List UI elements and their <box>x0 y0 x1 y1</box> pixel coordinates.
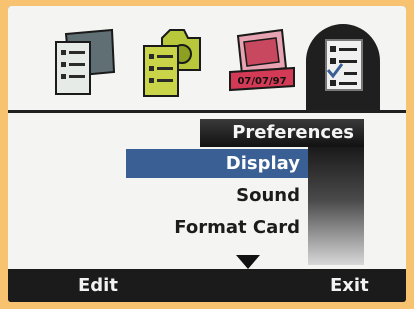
mode-tab-bar: 07/07/97 <box>8 6 406 112</box>
softkey-bar: Edit Exit <box>8 269 406 302</box>
menu-item-display[interactable]: Display <box>126 149 308 178</box>
menu-side-panel <box>308 147 364 265</box>
edit-softkey[interactable]: Edit <box>78 269 118 302</box>
date-stamp-label: 07/07/97 <box>237 76 286 87</box>
date-stamp-icon: 07/07/97 <box>229 28 295 92</box>
menu-item-sound[interactable]: Sound <box>126 181 308 210</box>
exit-softkey[interactable]: Exit <box>330 269 369 302</box>
photo-list-icon <box>55 28 116 95</box>
menu-header: Preferences <box>200 119 364 147</box>
tab-review[interactable] <box>52 28 118 100</box>
camera-lcd-screen: 07/07/97 Preferences Display Sound Forma… <box>8 6 406 302</box>
tab-capture[interactable] <box>140 28 206 100</box>
checklist-icon <box>325 39 363 91</box>
tab-print[interactable]: 07/07/97 <box>226 28 298 100</box>
down-arrow-icon[interactable] <box>236 255 260 269</box>
tab-setup[interactable] <box>306 24 380 112</box>
camera-list-icon <box>143 29 201 97</box>
menu-item-format-card[interactable]: Format Card <box>126 213 308 242</box>
preferences-menu: Preferences Display Sound Format Card <box>8 113 406 269</box>
